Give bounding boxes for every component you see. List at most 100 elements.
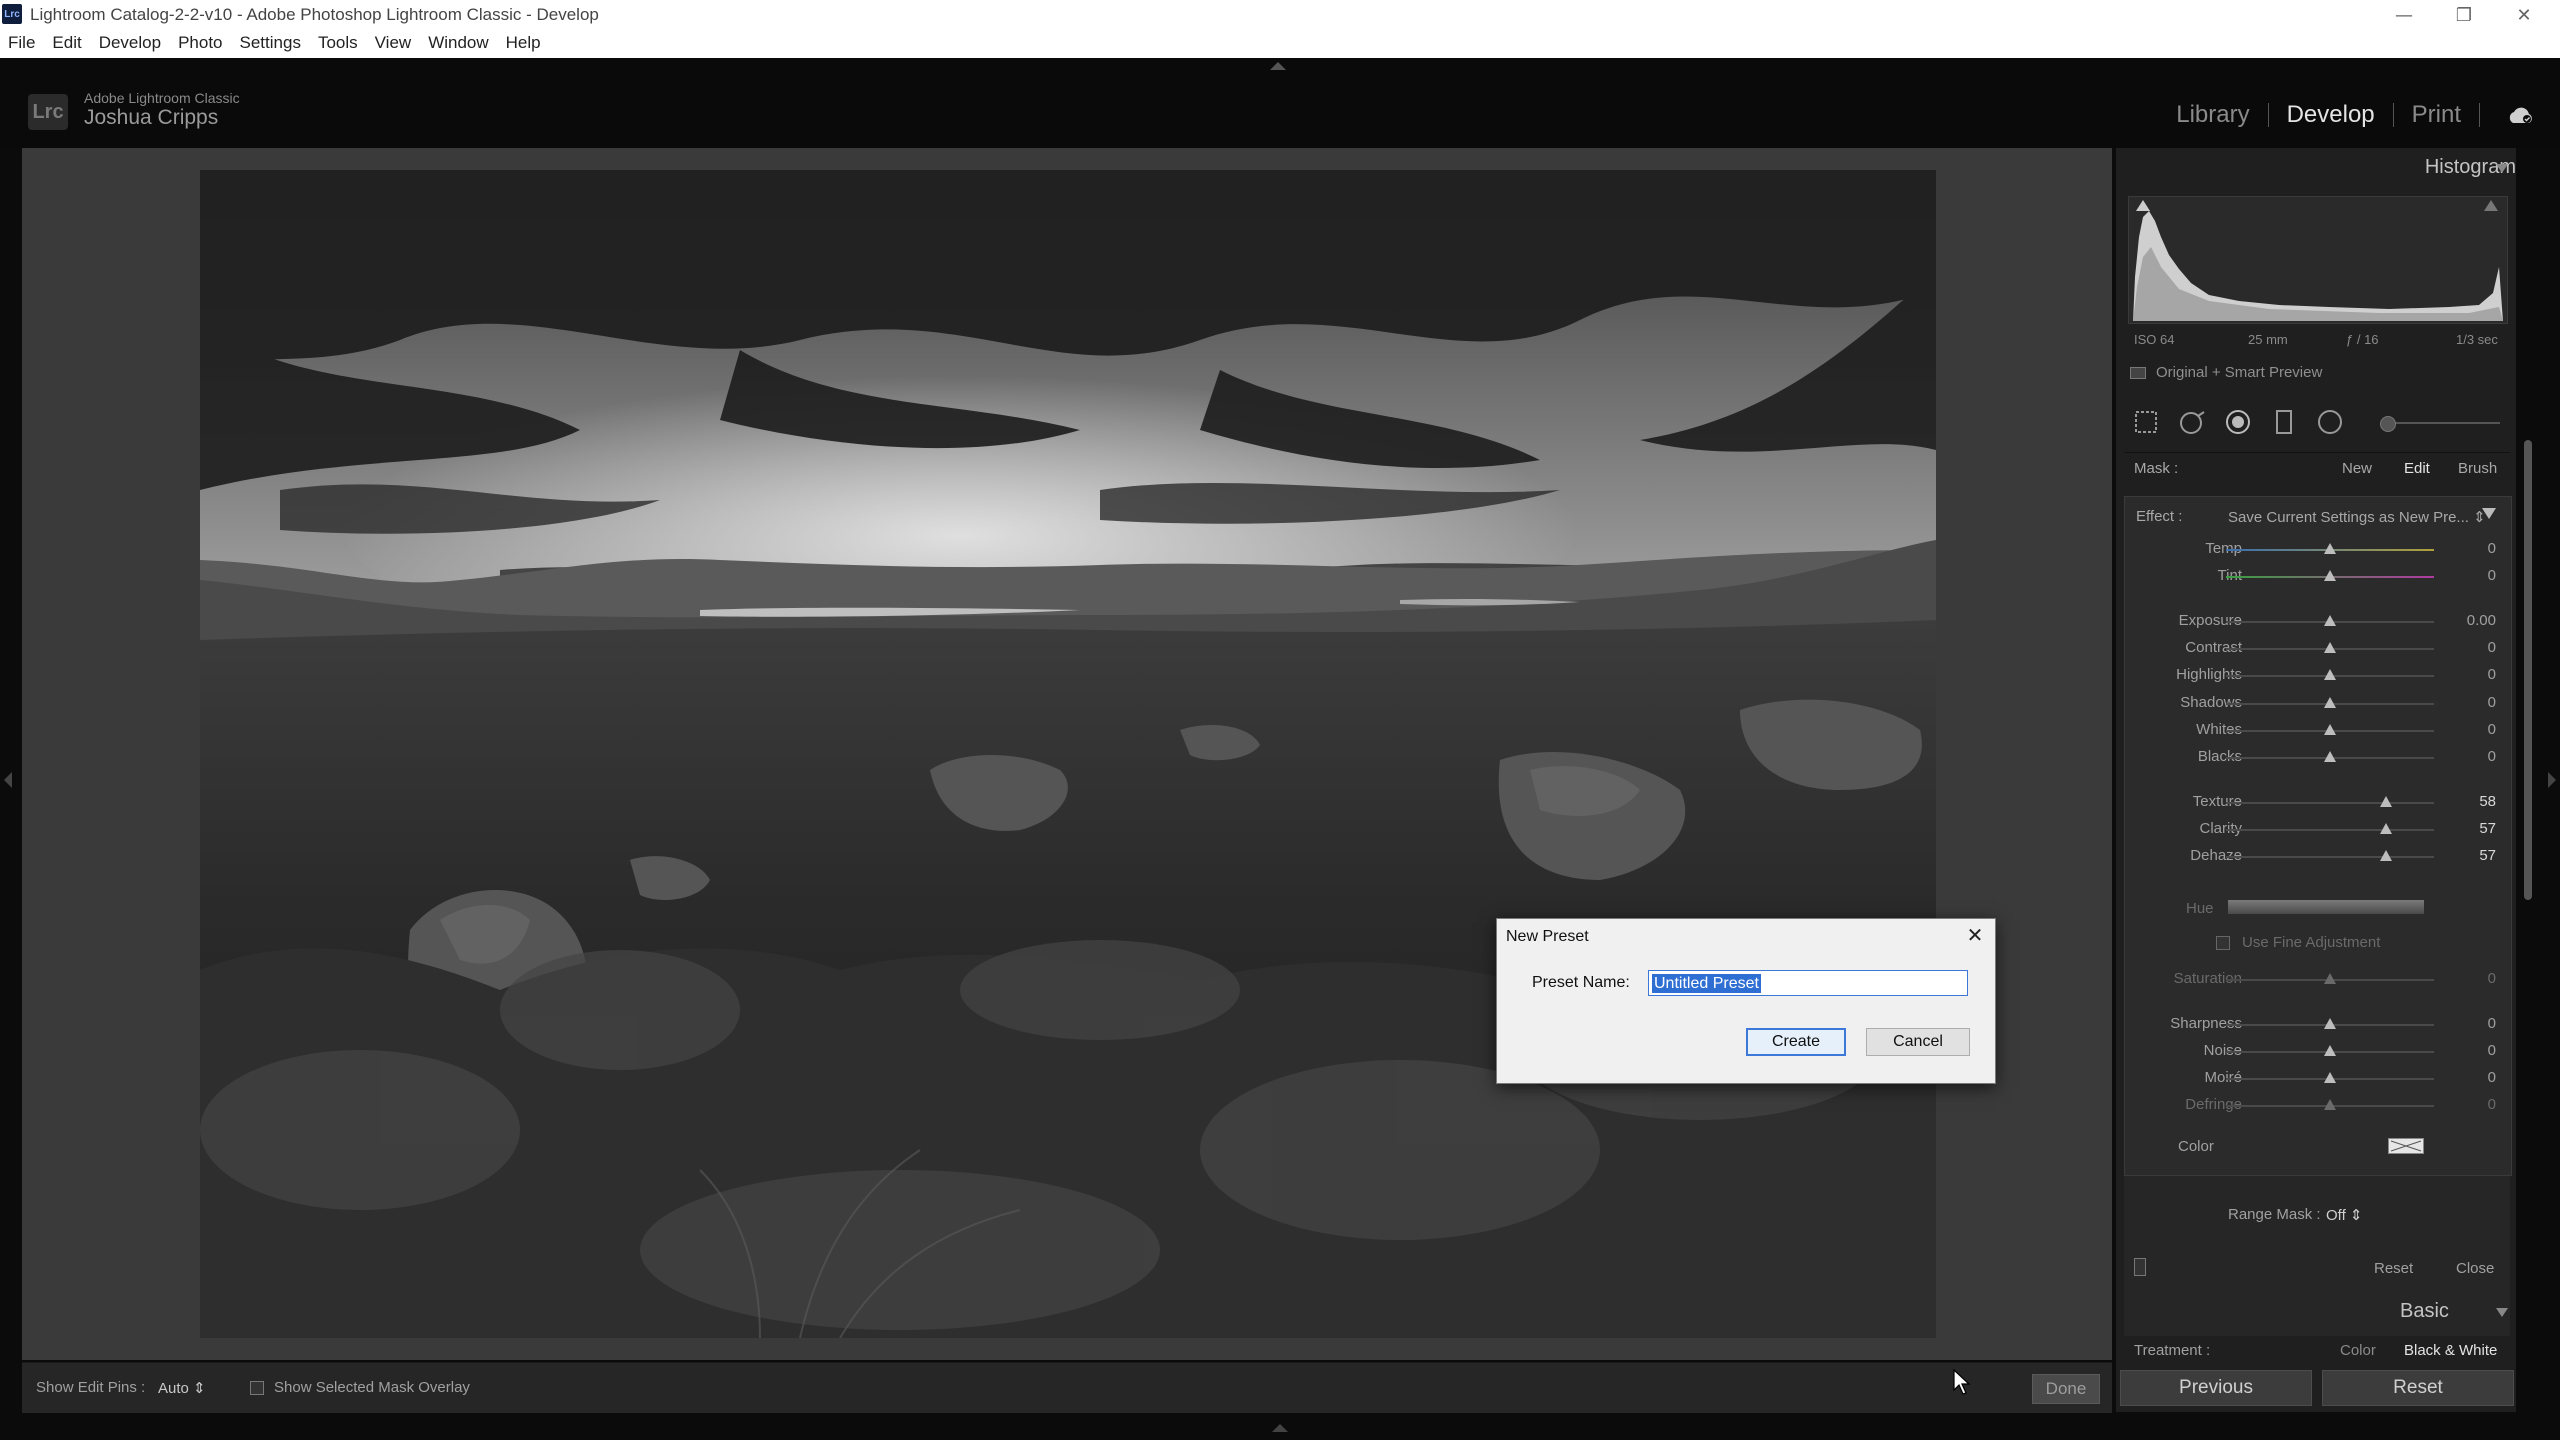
slider-thumb[interactable] — [2324, 570, 2336, 581]
slider-highlights[interactable]: Highlights 0 — [2124, 666, 2510, 686]
mask-reset-button[interactable]: Reset — [2374, 1260, 2413, 1277]
crop-tool-icon[interactable] — [2132, 408, 2160, 436]
slider-defringe[interactable]: Defringe 0 — [2124, 1096, 2510, 1116]
slider-temp[interactable]: Temp 0 — [2124, 540, 2510, 560]
graduated-filter-icon[interactable] — [2270, 408, 2298, 436]
collapse-right-panel-icon[interactable] — [2548, 772, 2556, 788]
slider-thumb[interactable] — [2324, 751, 2336, 762]
menu-file[interactable]: File — [8, 33, 46, 53]
show-edit-pins-dropdown[interactable]: Auto ⇕ — [158, 1379, 206, 1397]
create-button[interactable]: Create — [1746, 1028, 1846, 1056]
mask-close-button[interactable]: Close — [2456, 1260, 2494, 1277]
radial-filter-icon[interactable] — [2316, 408, 2344, 436]
previous-button[interactable]: Previous — [2120, 1370, 2312, 1406]
treatment-bw-option[interactable]: Black & White — [2404, 1342, 2497, 1359]
slider-thumb[interactable] — [2324, 973, 2336, 984]
slider-thumb[interactable] — [2324, 1099, 2336, 1110]
brush-tool-icon[interactable] — [2380, 416, 2396, 432]
effect-preset-dropdown[interactable]: Save Current Settings as New Pre... ⇕ — [2228, 508, 2486, 526]
module-develop[interactable]: Develop — [2269, 101, 2393, 129]
red-eye-icon[interactable] — [2224, 408, 2252, 436]
module-library[interactable]: Library — [2158, 101, 2267, 129]
mask-brush-button[interactable]: Brush — [2458, 460, 2497, 477]
slider-value: 0 — [2487, 1015, 2496, 1032]
spot-removal-icon[interactable] — [2178, 408, 2206, 436]
brush-tool-slider[interactable] — [2388, 422, 2500, 424]
slider-sharpness[interactable]: Sharpness 0 — [2124, 1015, 2510, 1035]
basic-panel-title[interactable]: Basic — [2400, 1300, 2449, 1323]
slider-thumb[interactable] — [2324, 1072, 2336, 1083]
slider-thumb[interactable] — [2380, 796, 2393, 807]
slider-thumb[interactable] — [2324, 1045, 2336, 1056]
slider-thumb[interactable] — [2324, 697, 2336, 708]
show-mask-overlay-checkbox[interactable] — [250, 1381, 264, 1395]
slider-thumb[interactable] — [2324, 724, 2336, 735]
cloud-sync-icon[interactable] — [2506, 104, 2536, 126]
reset-button[interactable]: Reset — [2322, 1370, 2514, 1406]
right-panel-scrollbar[interactable] — [2524, 440, 2532, 900]
menu-develop[interactable]: Develop — [99, 33, 172, 53]
cancel-button[interactable]: Cancel — [1866, 1028, 1970, 1056]
minimize-icon[interactable]: — — [2374, 0, 2434, 30]
menu-settings[interactable]: Settings — [240, 33, 312, 53]
module-print[interactable]: Print — [2394, 101, 2479, 129]
close-icon[interactable]: ✕ — [1962, 922, 1988, 948]
menu-help[interactable]: Help — [506, 33, 552, 53]
slider-track[interactable] — [2226, 829, 2434, 831]
slider-value: 0 — [2487, 748, 2496, 765]
color-swatch-icon[interactable] — [2388, 1138, 2424, 1154]
maximize-icon[interactable]: ❐ — [2434, 0, 2494, 30]
close-window-icon[interactable]: ✕ — [2494, 0, 2554, 30]
show-mask-overlay-label[interactable]: Show Selected Mask Overlay — [274, 1379, 470, 1396]
effect-collapse-icon[interactable] — [2482, 508, 2496, 519]
hue-label: Hue — [2186, 900, 2214, 917]
slider-blacks[interactable]: Blacks 0 — [2124, 748, 2510, 768]
range-mask-dropdown[interactable]: Off ⇕ — [2326, 1206, 2362, 1224]
divider — [2124, 452, 2510, 453]
expand-left-panel-icon[interactable] — [4, 772, 12, 788]
photo-preview[interactable] — [200, 170, 1936, 1338]
slider-moir[interactable]: Moiré 0 — [2124, 1069, 2510, 1089]
slider-thumb[interactable] — [2324, 615, 2336, 626]
slider-noise[interactable]: Noise 0 — [2124, 1042, 2510, 1062]
collapse-top-panel-icon[interactable] — [1270, 62, 1286, 70]
slider-thumb[interactable] — [2324, 1018, 2336, 1029]
slider-thumb[interactable] — [2380, 823, 2393, 834]
done-button[interactable]: Done — [2032, 1374, 2100, 1404]
preset-name-value[interactable]: Untitled Preset — [1652, 974, 1761, 993]
slider-track[interactable] — [2226, 802, 2434, 804]
slider-whites[interactable]: Whites 0 — [2124, 721, 2510, 741]
menu-photo[interactable]: Photo — [178, 33, 233, 53]
slider-exposure[interactable]: Exposure 0.00 — [2124, 612, 2510, 632]
highlight-clipping-icon[interactable] — [2484, 200, 2498, 211]
slider-clarity[interactable]: Clarity 57 — [2124, 820, 2510, 840]
slider-thumb[interactable] — [2380, 850, 2393, 861]
menu-edit[interactable]: Edit — [52, 33, 92, 53]
slider-texture[interactable]: Texture 58 — [2124, 793, 2510, 813]
slider-thumb[interactable] — [2324, 543, 2336, 554]
slider-value: 0.00 — [2466, 612, 2496, 629]
mask-toggle-icon[interactable] — [2134, 1258, 2146, 1276]
treatment-color-option[interactable]: Color — [2340, 1342, 2376, 1359]
mask-edit-button[interactable]: Edit — [2404, 460, 2430, 477]
slider-contrast[interactable]: Contrast 0 — [2124, 639, 2510, 659]
fine-adjustment-checkbox[interactable] — [2216, 936, 2230, 950]
slider-thumb[interactable] — [2324, 642, 2336, 653]
mouse-cursor-icon — [1953, 1368, 1971, 1395]
histogram-collapse-icon[interactable] — [2496, 164, 2508, 173]
slider-thumb[interactable] — [2324, 669, 2336, 680]
menu-window[interactable]: Window — [428, 33, 499, 53]
slider-tint[interactable]: Tint0 — [2124, 567, 2510, 587]
menu-tools[interactable]: Tools — [318, 33, 369, 53]
mask-new-button[interactable]: New — [2342, 460, 2372, 477]
basic-collapse-icon[interactable] — [2496, 1308, 2508, 1317]
slider-dehaze[interactable]: Dehaze 57 — [2124, 847, 2510, 867]
range-mask-label: Range Mask : — [2228, 1206, 2321, 1223]
shadow-clipping-icon[interactable] — [2136, 200, 2150, 211]
hue-slider[interactable] — [2228, 900, 2424, 914]
expand-filmstrip-icon[interactable] — [1272, 1424, 1288, 1432]
slider-shadows[interactable]: Shadows 0 — [2124, 694, 2510, 714]
slider-track[interactable] — [2226, 856, 2434, 858]
slider-saturation[interactable]: Saturation 0 — [2124, 970, 2510, 990]
menu-view[interactable]: View — [375, 33, 423, 53]
